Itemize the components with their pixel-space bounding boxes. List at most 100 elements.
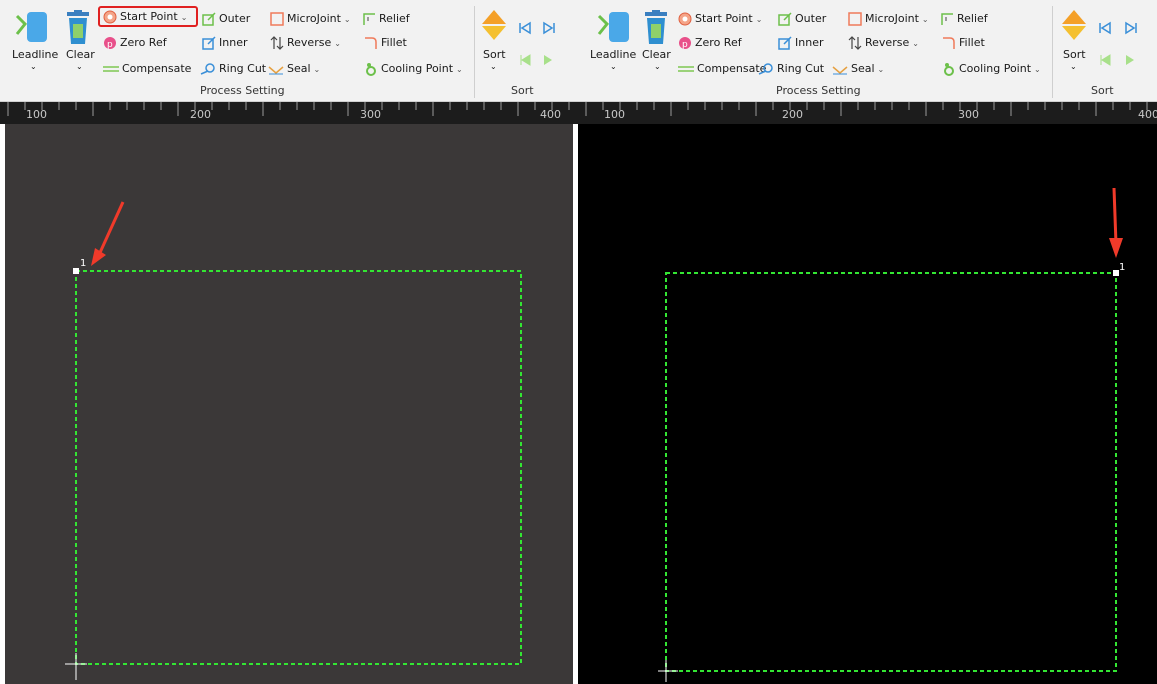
horizontal-ruler: 100 200 300 400 — [578, 102, 1157, 124]
fillet-button[interactable]: Fillet — [364, 36, 407, 50]
seal-button[interactable]: Seal ⌄ — [268, 62, 320, 77]
ring-cut-button[interactable]: Ring Cut — [758, 62, 824, 76]
reverse-button[interactable]: Reverse ⌄ — [270, 36, 341, 51]
start-point-button[interactable]: Start Point ⌄ — [103, 10, 187, 25]
leadline-button[interactable]: Leadline ⌄ — [590, 8, 640, 74]
outer-button[interactable]: Outer — [778, 12, 826, 26]
chevron-down-icon: ⌄ — [180, 13, 188, 22]
zero-ref-icon: p — [679, 37, 691, 50]
cut-path-rectangle[interactable] — [75, 270, 522, 665]
chevron-down-icon: ⌄ — [456, 65, 463, 74]
skip-back-icon[interactable] — [518, 21, 532, 35]
ribbon-toolbar: Leadline ⌄ Clear ⌄ Start Point ⌄ p Zero Re… — [578, 0, 1157, 102]
ruler-tick-label: 400 — [1138, 108, 1157, 121]
drawing-canvas[interactable]: 1 — [578, 124, 1157, 684]
seal-icon — [832, 66, 848, 75]
step-back-icon[interactable] — [518, 54, 532, 66]
relief-button[interactable]: Relief — [940, 12, 988, 26]
chevron-down-icon: ⌄ — [30, 62, 37, 71]
step-forward-icon[interactable] — [1124, 54, 1138, 66]
chevron-down-icon: ⌄ — [877, 65, 885, 74]
relief-button[interactable]: Relief — [362, 12, 410, 26]
skip-forward-icon[interactable] — [1124, 21, 1138, 35]
clear-button[interactable]: Clear ⌄ — [640, 8, 672, 74]
skip-forward-icon[interactable] — [542, 21, 556, 35]
svg-text:p: p — [107, 40, 113, 50]
compensate-label: Compensate — [697, 62, 767, 75]
skip-back-icon[interactable] — [1098, 21, 1112, 35]
zero-ref-label: Zero Ref — [695, 36, 742, 49]
group-divider — [474, 6, 475, 98]
drawing-canvas[interactable]: 1 — [5, 124, 573, 684]
sort-icon — [482, 10, 506, 40]
ruler-tick-label: 200 — [782, 108, 803, 121]
zero-ref-button[interactable]: p Zero Ref — [678, 36, 742, 50]
inner-button[interactable]: Inner — [202, 36, 247, 50]
annotation-arrow — [96, 201, 125, 258]
start-point-number: 1 — [1119, 262, 1126, 273]
chevron-down-icon: ⌄ — [912, 39, 919, 48]
group-divider — [1052, 6, 1053, 98]
chevron-down-icon: ⌄ — [343, 15, 351, 24]
cut-path-rectangle[interactable] — [665, 272, 1117, 672]
seal-label: Seal — [851, 62, 875, 75]
ring-cut-button[interactable]: Ring Cut — [200, 62, 266, 76]
annotation-arrow — [1112, 187, 1118, 245]
relief-label: Relief — [379, 12, 410, 25]
microjoint-label: MicroJoint — [287, 12, 341, 25]
start-point-label: Start Point — [120, 10, 178, 23]
ruler-tick-label: 100 — [604, 108, 625, 121]
cooling-point-button[interactable]: Cooling Point ⌄ — [942, 62, 1041, 77]
compensate-button[interactable]: Compensate — [678, 62, 766, 76]
ring-cut-label: Ring Cut — [219, 62, 267, 75]
sort-group-label: Sort — [1091, 84, 1114, 97]
outer-icon — [202, 12, 216, 26]
right-panel: Leadline ⌄ Clear ⌄ Start Point ⌄ p Zero Re… — [578, 0, 1157, 684]
fillet-button[interactable]: Fillet — [942, 36, 985, 50]
leadline-icon — [15, 12, 47, 42]
outer-label: Outer — [219, 12, 251, 25]
step-back-icon[interactable] — [1098, 54, 1112, 66]
clear-button[interactable]: Clear ⌄ — [62, 8, 95, 74]
sort-button[interactable]: Sort ⌄ — [480, 8, 510, 74]
ruler-tick-label: 300 — [958, 108, 979, 121]
process-setting-group-label: Process Setting — [200, 84, 285, 97]
chevron-down-icon: ⌄ — [610, 62, 617, 71]
relief-label: Relief — [957, 12, 988, 25]
chevron-down-icon: ⌄ — [1034, 65, 1041, 74]
sort-button[interactable]: Sort ⌄ — [1060, 8, 1090, 74]
leadline-icon — [597, 12, 629, 42]
cooling-point-button[interactable]: Cooling Point ⌄ — [364, 62, 463, 77]
cooling-point-label: Cooling Point — [381, 62, 454, 75]
compensate-button[interactable]: Compensate — [103, 62, 191, 76]
left-panel: Leadline ⌄ Clear ⌄ Start Point ⌄ p Zero Re… — [0, 0, 578, 684]
leadline-button[interactable]: Leadline ⌄ — [8, 8, 58, 74]
chevron-down-icon: ⌄ — [755, 15, 763, 24]
reverse-icon — [848, 36, 862, 50]
chevron-down-icon: ⌄ — [654, 62, 661, 71]
seal-button[interactable]: Seal ⌄ — [832, 62, 884, 77]
sort-icon — [1062, 10, 1086, 40]
clear-label: Clear — [642, 48, 671, 61]
outer-button[interactable]: Outer — [202, 12, 250, 26]
chevron-down-icon: ⌄ — [313, 65, 321, 74]
zero-ref-icon: p — [104, 37, 116, 50]
ribbon-toolbar: Leadline ⌄ Clear ⌄ Start Point ⌄ p Zero Re… — [0, 0, 578, 102]
microjoint-icon — [848, 12, 862, 26]
cooling-point-label: Cooling Point — [959, 62, 1032, 75]
microjoint-button[interactable]: MicroJoint ⌄ — [270, 12, 351, 27]
reverse-button[interactable]: Reverse ⌄ — [848, 36, 919, 51]
inner-button[interactable]: Inner — [778, 36, 823, 50]
chevron-down-icon: ⌄ — [921, 15, 929, 24]
microjoint-button[interactable]: MicroJoint ⌄ — [848, 12, 929, 27]
start-point-button[interactable]: Start Point ⌄ — [678, 12, 762, 27]
chevron-down-icon: ⌄ — [76, 62, 83, 71]
zero-ref-button[interactable]: p Zero Ref — [103, 36, 167, 50]
chevron-down-icon: ⌄ — [490, 62, 497, 71]
compensate-icon — [678, 66, 694, 72]
step-forward-icon[interactable] — [542, 54, 556, 66]
fillet-icon — [943, 37, 955, 49]
ring-cut-icon — [200, 63, 215, 75]
leadline-label: Leadline — [590, 48, 637, 61]
ruler-tick-label: 400 — [540, 108, 561, 121]
